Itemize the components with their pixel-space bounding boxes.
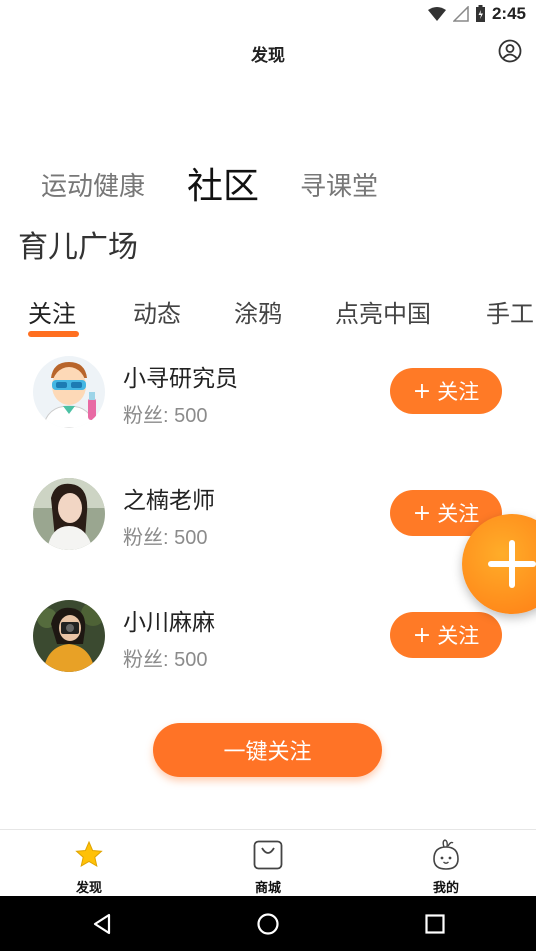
nav-label: 发现	[75, 881, 102, 896]
list-item[interactable]: 小寻研究员 粉丝: 500 + 关注	[0, 356, 536, 446]
page-title: 发现	[251, 46, 285, 66]
battery-icon	[475, 5, 485, 22]
list-item[interactable]: 小川麻麻 粉丝: 500 + 关注	[0, 600, 536, 690]
nav-mine[interactable]: 我的	[386, 830, 506, 897]
top-bar: 发现	[0, 28, 536, 76]
avatar[interactable]	[33, 356, 105, 428]
shopping-bag-icon	[253, 840, 283, 870]
system-nav-bar	[0, 896, 536, 951]
follower-count: 粉丝: 500	[123, 649, 208, 671]
tab-moments[interactable]: 动态	[133, 294, 181, 329]
tab-doodle[interactable]: 涂鸦	[234, 294, 282, 329]
wifi-icon	[427, 7, 446, 21]
follower-count: 粉丝: 500	[123, 405, 208, 427]
user-name: 小寻研究员	[123, 366, 238, 392]
plus-icon: +	[412, 500, 432, 526]
follow-all-button[interactable]: 一键关注	[153, 723, 382, 777]
list-item[interactable]: 之楠老师 粉丝: 500 + 关注	[0, 478, 536, 568]
plus-icon: +	[412, 622, 432, 648]
mascot-icon	[433, 839, 459, 870]
avatar[interactable]	[33, 478, 105, 550]
signal-icon	[452, 6, 469, 22]
segment-sports-health[interactable]: 运动健康	[41, 166, 145, 203]
back-icon[interactable]	[91, 912, 113, 936]
home-icon[interactable]	[256, 912, 280, 936]
follow-label: 关注	[437, 380, 480, 404]
segment-switcher: 运动健康 社区 寻课堂	[0, 150, 536, 210]
star-icon	[75, 840, 103, 868]
tab-light-up-china[interactable]: 点亮中国	[335, 294, 431, 329]
section-title: 育儿广场	[18, 230, 138, 265]
tab-following[interactable]: 关注	[28, 294, 76, 329]
follow-button[interactable]: + 关注	[390, 612, 502, 658]
nav-discover[interactable]: 发现	[29, 830, 149, 897]
bottom-nav: 发现 商城 我的	[0, 829, 536, 897]
follower-count: 粉丝: 500	[123, 527, 208, 549]
segment-classroom[interactable]: 寻课堂	[300, 166, 378, 203]
tab-underline	[28, 331, 79, 337]
user-name: 小川麻麻	[123, 610, 215, 636]
add-post-button[interactable]	[462, 514, 536, 614]
user-name: 之楠老师	[123, 488, 215, 514]
category-tabs: 关注 动态 涂鸦 点亮中国 手工	[0, 294, 536, 344]
nav-label: 我的	[432, 881, 459, 896]
status-time: 2:45	[491, 4, 526, 23]
follow-button[interactable]: + 关注	[390, 368, 502, 414]
plus-icon: +	[412, 378, 432, 404]
plus-icon	[488, 540, 536, 588]
avatar[interactable]	[33, 600, 105, 672]
nav-label: 商城	[254, 881, 281, 896]
profile-icon[interactable]	[498, 39, 522, 63]
status-bar: 2:45	[0, 0, 536, 28]
segment-community[interactable]: 社区	[187, 157, 259, 209]
recents-icon[interactable]	[424, 913, 446, 935]
nav-mall[interactable]: 商城	[208, 830, 328, 897]
tab-handcraft[interactable]: 手工	[486, 294, 534, 329]
follow-label: 关注	[437, 624, 480, 648]
